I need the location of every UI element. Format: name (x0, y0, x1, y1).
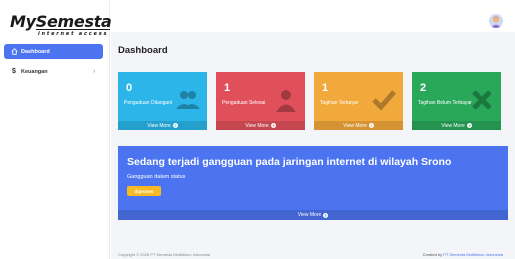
logo-tagline: internet access (35, 29, 111, 37)
chevron-right-icon: › (93, 68, 96, 75)
topbar (111, 0, 515, 32)
main-content: Dashboard 0 Pengaduan Ditangani View Mor… (111, 0, 515, 259)
card-label: Pengaduan Ditangani (124, 100, 173, 106)
view-more-label: View More (245, 122, 269, 129)
view-more-link[interactable]: View More (412, 121, 501, 130)
stat-card-tagihan-terbayar: 1 Tagihan Terbayar View More (314, 72, 403, 130)
arrow-right-icon (323, 212, 329, 218)
footer-credit-prefix: Created by (422, 252, 444, 257)
view-more-label: View More (343, 122, 367, 129)
sidebar-item-label: Keuangan (21, 68, 48, 75)
footer-credit: Created by PT Semesta Multiteknо Indones… (423, 252, 503, 257)
card-count: 2 (420, 82, 427, 94)
dollar-icon: $ (12, 68, 16, 75)
status-badge: diproses (127, 186, 161, 196)
banner-subtitle: Gangguan dalam status (127, 174, 186, 180)
card-label: Tagihan Terbayar (320, 100, 359, 106)
view-more-label: View More (441, 122, 465, 129)
arrow-right-icon (270, 123, 276, 128)
card-label: Tagihan Belum Terbayar (418, 100, 472, 106)
users-icon (176, 91, 200, 109)
footer-copyright: Copyright © 2026 PT Semesta Multiteknо I… (118, 252, 211, 257)
sidebar: MySemesta internet access Dashboard $ Ke… (0, 0, 112, 259)
view-more-link[interactable]: View More (118, 121, 207, 130)
stat-card-pengaduan-ditangani: 0 Pengaduan Ditangani View More (118, 72, 207, 130)
card-count: 1 (322, 82, 329, 94)
sidebar-item-dashboard[interactable]: Dashboard (4, 44, 103, 59)
brand-logo[interactable]: MySemesta internet access (10, 12, 112, 40)
view-more-label: View More (297, 212, 322, 218)
home-icon (7, 48, 21, 55)
card-count: 0 (126, 82, 133, 94)
card-count: 1 (224, 82, 231, 94)
sidebar-item-label: Dashboard (21, 48, 50, 55)
card-label: Pengaduan Selesai (222, 100, 266, 106)
banner-title: Sedang terjadi gangguan pada jaringan in… (127, 156, 452, 168)
view-more-link[interactable]: View More (314, 121, 403, 130)
outage-banner: Sedang terjadi gangguan pada jaringan in… (118, 146, 508, 220)
avatar[interactable] (489, 14, 503, 28)
arrow-right-icon (368, 123, 374, 128)
stat-cards: 0 Pengaduan Ditangani View More 1 Pengad… (118, 72, 508, 130)
stat-card-tagihan-belum-terbayar: 2 Tagihan Belum Terbayar View More (412, 72, 501, 130)
logo-prefix: My (10, 12, 36, 31)
arrow-right-icon (466, 123, 472, 128)
sidebar-item-keuangan[interactable]: $ Keuangan › (4, 64, 103, 79)
view-more-link[interactable]: View More (216, 121, 305, 130)
footer-company-link[interactable]: PT Semesta Multiteknо Indonesia (443, 252, 503, 257)
arrow-right-icon (172, 123, 178, 128)
page-title: Dashboard (118, 45, 168, 56)
view-more-link[interactable]: View More (118, 210, 508, 220)
x-icon (472, 90, 492, 110)
stat-card-pengaduan-selesai: 1 Pengaduan Selesai View More (216, 72, 305, 130)
check-icon (372, 90, 396, 111)
view-more-label: View More (147, 122, 171, 129)
user-icon (276, 90, 296, 112)
